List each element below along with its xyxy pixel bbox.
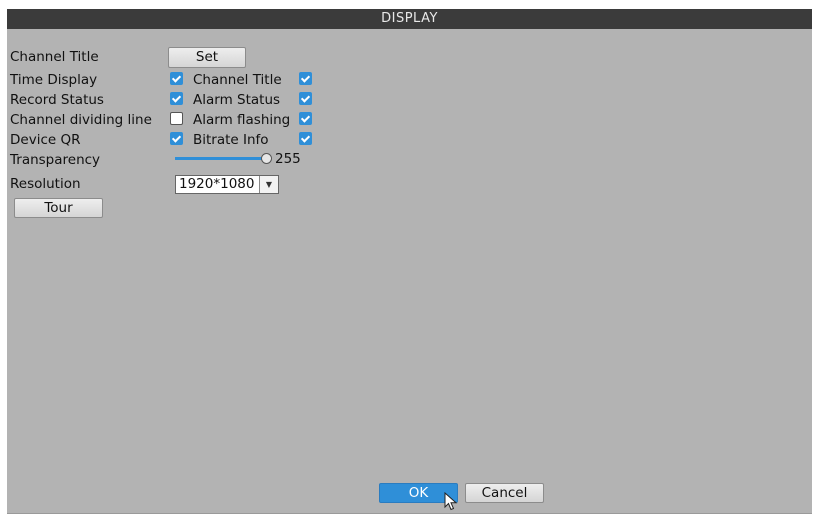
time-display-checkbox[interactable]	[170, 72, 183, 85]
time-display-label: Time Display	[10, 72, 98, 88]
alarm-status-label: Alarm Status	[193, 92, 281, 108]
resolution-select[interactable]: 1920*1080 ▼	[175, 175, 279, 194]
alarm-flashing-checkbox[interactable]	[299, 112, 312, 125]
channel-title-checkbox[interactable]	[299, 72, 312, 85]
channel-dividing-line-checkbox[interactable]	[170, 112, 183, 125]
transparency-slider-thumb[interactable]	[261, 153, 272, 164]
resolution-label: Resolution	[10, 176, 81, 192]
cancel-button[interactable]: Cancel	[465, 483, 544, 503]
record-status-checkbox[interactable]	[170, 92, 183, 105]
transparency-label: Transparency	[10, 152, 101, 168]
device-qr-checkbox[interactable]	[170, 132, 183, 145]
alarm-flashing-label: Alarm flashing	[193, 112, 291, 128]
bitrate-info-checkbox[interactable]	[299, 132, 312, 145]
dialog-title: DISPLAY	[7, 9, 812, 29]
device-qr-label: Device QR	[10, 132, 81, 148]
chevron-down-icon[interactable]: ▼	[259, 176, 278, 193]
record-status-label: Record Status	[10, 92, 104, 108]
bitrate-info-label: Bitrate Info	[193, 132, 269, 148]
tour-button[interactable]: Tour	[14, 198, 103, 218]
channel-dividing-line-label: Channel dividing line	[10, 112, 152, 128]
channel-title-set-button[interactable]: Set	[168, 47, 246, 68]
alarm-status-checkbox[interactable]	[299, 92, 312, 105]
channel-title-toggle-label: Channel Title	[193, 72, 282, 88]
channel-title-label: Channel Title	[10, 49, 99, 65]
display-dialog: DISPLAY Channel Title Set Time Display C…	[7, 9, 812, 514]
transparency-value: 255	[275, 151, 301, 167]
mouse-pointer-icon	[444, 492, 458, 511]
resolution-value: 1920*1080	[179, 176, 255, 192]
transparency-slider-track[interactable]	[175, 157, 262, 160]
